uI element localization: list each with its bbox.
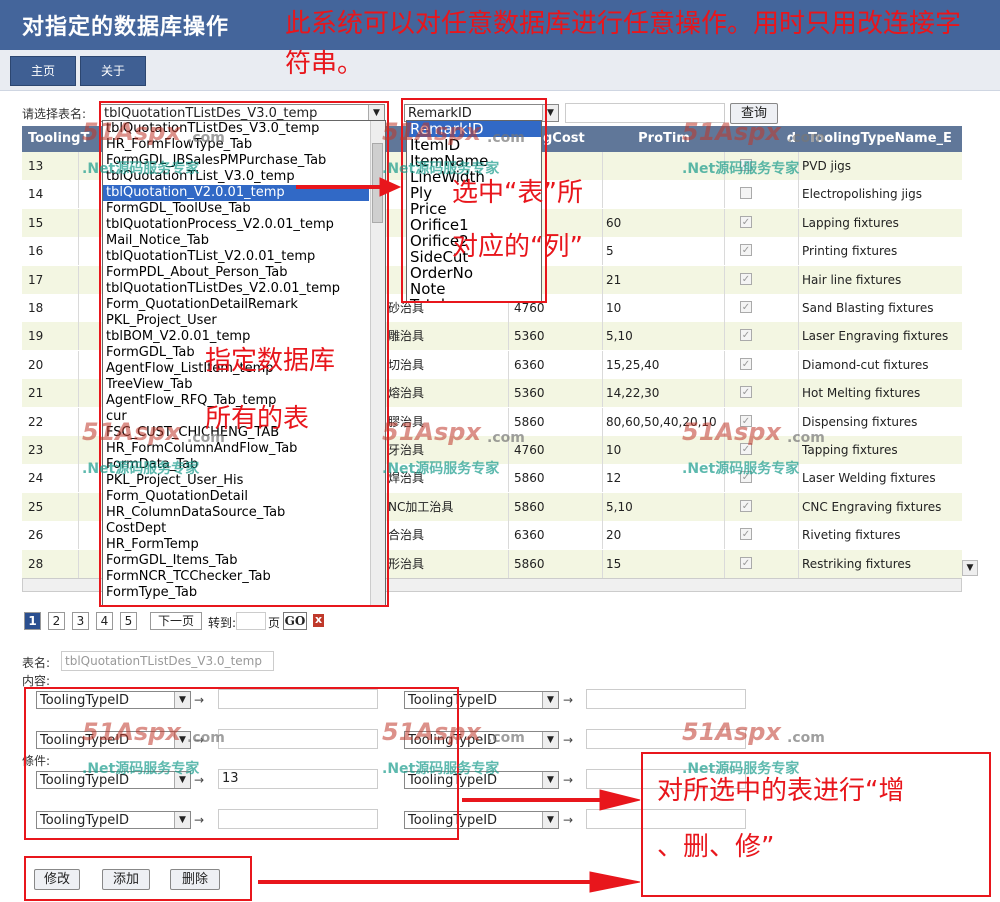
watermark-logo: 51Aspx bbox=[82, 418, 181, 446]
watermark-logo: 51Aspx bbox=[382, 118, 481, 146]
watermark-subtitle: .Net源码服务专家 bbox=[682, 161, 800, 177]
watermark-subtitle: .Net源码服务专家 bbox=[682, 761, 800, 777]
watermark-subtitle: .Net源码服务专家 bbox=[382, 161, 500, 177]
watermark-com: .com bbox=[187, 430, 225, 446]
watermark-com: .com bbox=[487, 130, 525, 146]
watermark-logo: 51Aspx bbox=[82, 118, 181, 146]
watermark-com: .com bbox=[787, 730, 825, 746]
watermark-logo: 51Aspx bbox=[682, 118, 781, 146]
watermark-com: .com bbox=[187, 730, 225, 746]
watermark-logo: 51Aspx bbox=[82, 718, 181, 746]
watermark-com: .com bbox=[187, 130, 225, 146]
watermark-com: .com bbox=[487, 730, 525, 746]
watermark-subtitle: .Net源码服务专家 bbox=[682, 461, 800, 477]
watermark-subtitle: .Net源码服务专家 bbox=[382, 461, 500, 477]
watermark-subtitle: .Net源码服务专家 bbox=[82, 161, 200, 177]
watermark-com: .com bbox=[787, 430, 825, 446]
watermark-logo: 51Aspx bbox=[382, 718, 481, 746]
watermark-com: .com bbox=[787, 130, 825, 146]
watermark-logo: 51Aspx bbox=[682, 418, 781, 446]
watermark-com: .com bbox=[487, 430, 525, 446]
watermark-logo: 51Aspx bbox=[382, 418, 481, 446]
watermark-subtitle: .Net源码服务专家 bbox=[82, 461, 200, 477]
watermark-subtitle: .Net源码服务专家 bbox=[82, 761, 200, 777]
watermark-logo: 51Aspx bbox=[682, 718, 781, 746]
watermark-subtitle: .Net源码服务专家 bbox=[382, 761, 500, 777]
